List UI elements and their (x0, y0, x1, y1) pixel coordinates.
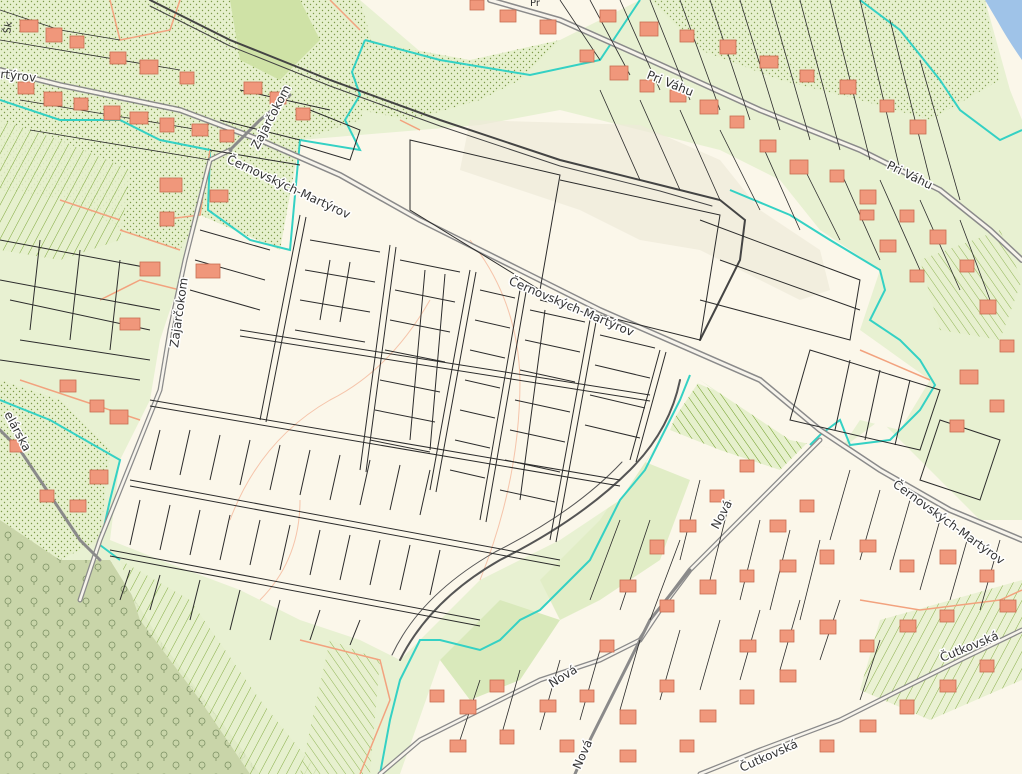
edge-label-pr: Pr (530, 0, 541, 9)
cadastral-map[interactable]: Pri Váhu Pri Váhu rtýrov Zajarčokom Zaja… (0, 0, 1022, 774)
